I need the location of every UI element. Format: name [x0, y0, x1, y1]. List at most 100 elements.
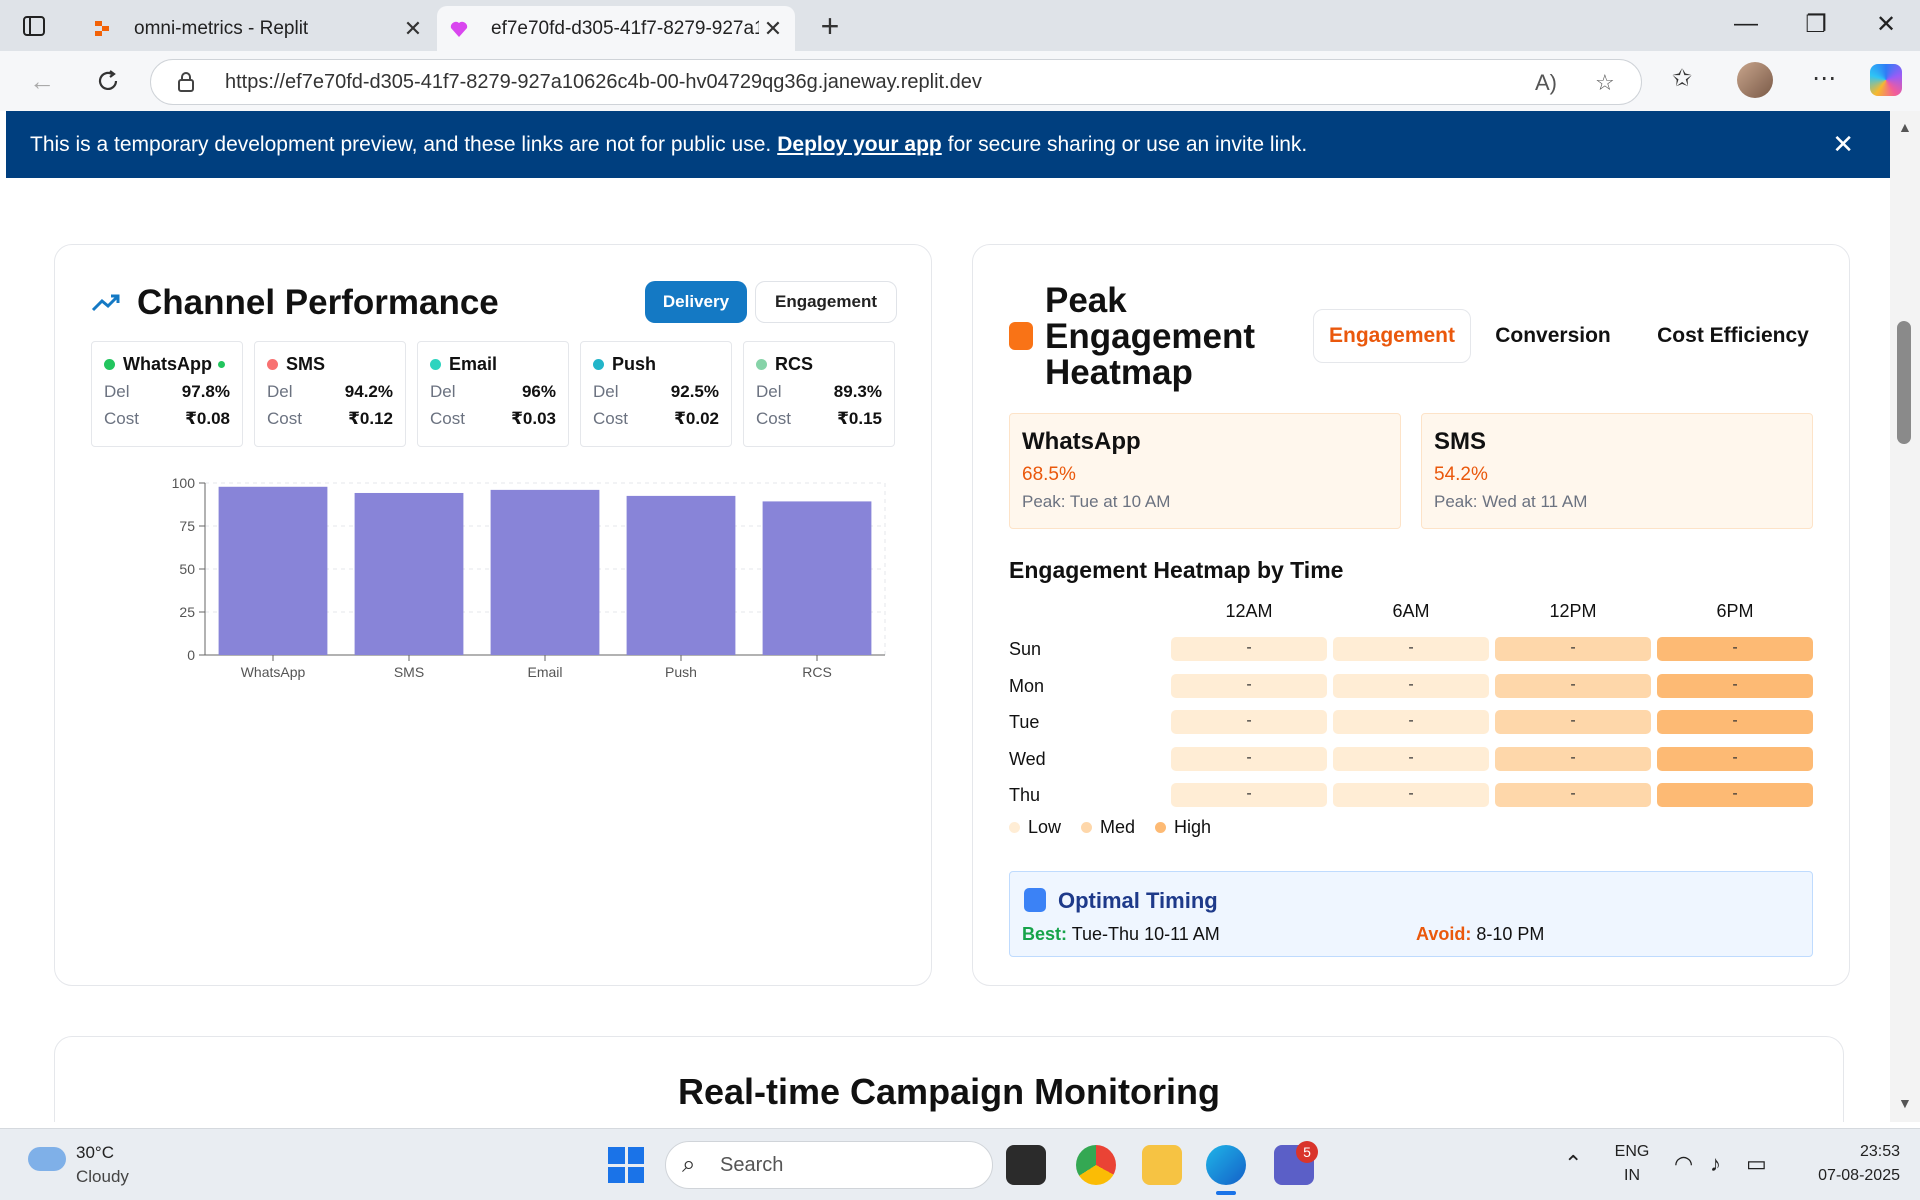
tab-preview[interactable]: ef7e70fd-d305-41f7-8279-927a10 ✕ — [437, 6, 795, 51]
file-explorer-icon[interactable] — [1142, 1145, 1182, 1185]
teams-notification-badge: 5 — [1296, 1141, 1318, 1163]
volume-icon[interactable]: ♪ — [1710, 1151, 1721, 1177]
taskbar-search[interactable]: ⌕ Search — [665, 1141, 993, 1189]
heatmap-cell[interactable]: - — [1657, 710, 1813, 734]
peak-value: 68.5% — [1022, 464, 1076, 485]
heatmap-cell[interactable]: - — [1171, 710, 1327, 734]
heatmap-cell[interactable]: - — [1171, 673, 1327, 698]
x-tick-label: WhatsApp — [241, 664, 306, 680]
scroll-up-icon[interactable]: ▲ — [1898, 119, 1912, 135]
channel-stat-card: Email Del 96% Cost ₹0.03 — [417, 341, 569, 447]
channel-stat-card: Push Del 92.5% Cost ₹0.02 — [580, 341, 732, 447]
edge-icon[interactable] — [1206, 1145, 1246, 1195]
heatmap-cell[interactable]: - — [1657, 746, 1813, 771]
restore-button[interactable]: ❐ — [1796, 10, 1836, 39]
delivery-toggle-button[interactable]: Delivery — [645, 281, 747, 323]
banner-text-after: for secure sharing or use an invite link… — [947, 132, 1308, 156]
heatmap-legend: Low Med High — [1009, 817, 1231, 838]
heatmap-cell[interactable]: - — [1657, 673, 1813, 698]
favorite-star-icon[interactable]: ☆ — [1595, 70, 1615, 96]
heatmap-cell[interactable]: - — [1333, 746, 1489, 771]
heatmap-cell[interactable]: - — [1171, 783, 1327, 807]
tab-close-icon[interactable]: ✕ — [759, 16, 787, 42]
chevron-up-icon[interactable]: ⌃ — [1564, 1151, 1582, 1177]
scroll-down-icon[interactable]: ▼ — [1898, 1095, 1912, 1111]
browser-toolbar: ← https://ef7e70fd-d305-41f7-8279-927a10… — [0, 51, 1920, 111]
page-scrollbar[interactable]: ▲ ▼ — [1890, 111, 1920, 1122]
profile-avatar[interactable] — [1737, 62, 1773, 98]
heatmap-cell[interactable]: - — [1495, 783, 1651, 807]
heatmap-cell[interactable]: - — [1333, 673, 1489, 698]
language-region[interactable]: IN — [1610, 1167, 1654, 1185]
heatmap-cell[interactable]: - — [1495, 637, 1651, 661]
cloud-icon[interactable] — [28, 1147, 66, 1171]
language-indicator[interactable]: ENG — [1610, 1143, 1654, 1161]
tab-engagement[interactable]: Engagement — [1313, 309, 1471, 363]
tab-title: omni-metrics - Replit — [134, 17, 309, 39]
battery-icon[interactable]: ▭ — [1746, 1151, 1767, 1177]
heatmap-cell[interactable]: - — [1495, 673, 1651, 698]
dev-preview-banner: This is a temporary development preview,… — [6, 111, 1890, 178]
clock-date[interactable]: 07-08-2025 — [1790, 1167, 1900, 1185]
stopwatch-icon — [1009, 322, 1033, 350]
deploy-app-link[interactable]: Deploy your app — [777, 133, 942, 157]
new-tab-button[interactable]: + — [812, 8, 848, 45]
copilot-icon[interactable] — [1870, 64, 1902, 96]
y-tick-label: 100 — [172, 475, 196, 491]
cost-per-message: ₹0.02 — [674, 409, 719, 428]
best-time: Best: Tue-Thu 10-11 AM — [1022, 924, 1220, 944]
heatmap-cell[interactable]: - — [1333, 783, 1489, 807]
optimal-timing-title: Optimal Timing — [1058, 888, 1218, 913]
heatmap-cell[interactable]: - — [1333, 637, 1489, 661]
tab-replit[interactable]: omni-metrics - Replit ✕ — [80, 6, 435, 51]
peak-channel-name: SMS — [1434, 428, 1487, 455]
engagement-toggle-button[interactable]: Engagement — [755, 281, 897, 323]
tab-title: ef7e70fd-d305-41f7-8279-927a10 — [491, 17, 759, 39]
tab-actions-icon[interactable] — [20, 12, 48, 40]
tab-close-icon[interactable]: ✕ — [399, 16, 427, 42]
weather-temp[interactable]: 30°C — [76, 1143, 114, 1163]
weather-desc[interactable]: Cloudy — [76, 1167, 129, 1187]
minimize-button[interactable]: — — [1726, 10, 1766, 38]
scrollbar-thumb[interactable] — [1897, 321, 1911, 444]
back-icon[interactable]: ← — [24, 63, 60, 99]
heatmap-row-label: Sun — [1009, 639, 1042, 659]
cost-per-message: ₹0.08 — [185, 409, 230, 428]
trending-up-icon — [91, 294, 120, 312]
heatmap-cell[interactable]: - — [1657, 783, 1813, 807]
x-tick-label: Email — [527, 664, 562, 680]
heatmap-column-header: 12PM — [1549, 601, 1597, 621]
tab-conversion[interactable]: Conversion — [1483, 309, 1623, 363]
more-icon[interactable]: ⋯ — [1812, 64, 1836, 93]
heatmap-cell[interactable]: - — [1657, 637, 1813, 661]
windows-start-icon[interactable] — [608, 1147, 644, 1183]
peak-sms-box: SMS 54.2% Peak: Wed at 11 AM — [1421, 413, 1813, 529]
heatmap-cell[interactable]: - — [1171, 746, 1327, 771]
heatmap-cell[interactable]: - — [1333, 710, 1489, 734]
search-icon: ⌕ — [682, 1151, 696, 1178]
heatmap-cell[interactable]: - — [1495, 710, 1651, 734]
task-view-icon[interactable] — [1006, 1145, 1046, 1185]
x-tick-label: RCS — [802, 664, 832, 680]
browser-tab-strip: omni-metrics - Replit ✕ ef7e70fd-d305-41… — [0, 0, 1920, 51]
channel-name: RCS — [756, 354, 882, 375]
delivery-rate: 96% — [521, 382, 556, 401]
url-text[interactable]: https://ef7e70fd-d305-41f7-8279-927a1062… — [225, 71, 982, 94]
bar — [626, 495, 736, 655]
heatmap-cell[interactable]: - — [1171, 637, 1327, 661]
lock-icon[interactable] — [177, 71, 195, 93]
heatmap-cell[interactable]: - — [1495, 746, 1651, 771]
address-bar[interactable]: https://ef7e70fd-d305-41f7-8279-927a1062… — [150, 59, 1642, 105]
clock-time[interactable]: 23:53 — [1790, 1143, 1900, 1161]
wifi-icon[interactable]: ◠ — [1674, 1151, 1693, 1177]
refresh-icon[interactable] — [90, 63, 126, 99]
banner-close-icon[interactable]: ✕ — [1832, 129, 1854, 160]
y-tick-label: 0 — [187, 647, 195, 663]
read-aloud-icon[interactable]: A) — [1535, 70, 1557, 96]
tab-cost-efficiency[interactable]: Cost Efficiency — [1638, 309, 1828, 363]
favorites-icon[interactable]: ✩ — [1672, 64, 1692, 93]
chrome-icon[interactable] — [1076, 1145, 1116, 1185]
window-close-button[interactable]: ✕ — [1866, 10, 1906, 39]
search-placeholder: Search — [720, 1154, 784, 1176]
heatmap-row-label: Mon — [1009, 675, 1045, 696]
